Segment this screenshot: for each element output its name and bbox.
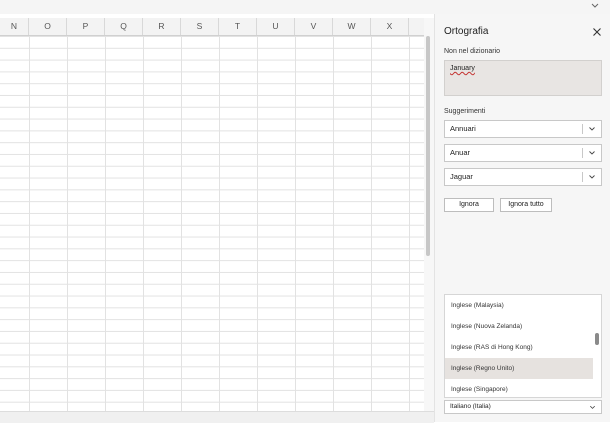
grid-line — [143, 36, 144, 411]
grid-line — [409, 36, 410, 411]
chevron-down-icon[interactable] — [589, 404, 596, 411]
column-header-row: N O P Q R S T U V W X — [0, 18, 424, 36]
suggestion-item[interactable]: Annuari — [444, 120, 602, 138]
ignore-all-button[interactable]: Ignora tutto — [500, 198, 552, 212]
suggestion-item[interactable]: Jaguar — [444, 168, 602, 186]
divider — [582, 148, 583, 158]
column-header[interactable]: U — [257, 18, 295, 35]
suggestion-label: Anuar — [450, 148, 471, 157]
cell-grid[interactable] — [0, 36, 424, 411]
language-option[interactable]: Inglese (Nuova Zelanda) — [445, 316, 593, 337]
grid-line — [67, 36, 68, 411]
column-header[interactable]: P — [67, 18, 105, 35]
language-option-highlighted[interactable]: Inglese (Regno Unito) — [445, 358, 593, 379]
grid-line — [181, 36, 182, 411]
top-strip — [0, 0, 610, 14]
suggestion-label: Annuari — [450, 124, 476, 133]
grid-line — [371, 36, 372, 411]
column-header[interactable]: T — [219, 18, 257, 35]
ignore-button[interactable]: Ignora — [444, 198, 494, 212]
not-in-dictionary-label: Non nel dizionario — [444, 48, 501, 55]
suggestion-label: Jaguar — [450, 172, 473, 181]
spelling-pane: Ortografia Non nel dizionario January Su… — [434, 14, 610, 422]
grid-line — [105, 36, 106, 411]
chevron-down-icon[interactable] — [588, 149, 596, 157]
horizontal-scrollbar[interactable] — [0, 411, 434, 423]
language-dropdown-list[interactable]: Inglese (Malaysia) Inglese (Nuova Zeland… — [444, 294, 602, 398]
grid-line — [219, 36, 220, 411]
language-option[interactable]: Inglese (Malaysia) — [445, 295, 593, 316]
spreadsheet-grid[interactable]: N O P Q R S T U V W X — [0, 18, 424, 411]
language-option[interactable]: Inglese (Singapore) — [445, 379, 593, 397]
column-header[interactable]: V — [295, 18, 333, 35]
vertical-scrollbar[interactable] — [424, 18, 434, 411]
column-header[interactable]: Q — [105, 18, 143, 35]
suggestion-item[interactable]: Anuar — [444, 144, 602, 162]
suggestions-label: Suggerimenti — [444, 108, 486, 115]
language-select[interactable]: Italiano (Italia) — [444, 400, 602, 414]
grid-line — [333, 36, 334, 411]
column-header[interactable]: N — [0, 18, 29, 35]
grid-line — [29, 36, 30, 411]
scrollbar-thumb[interactable] — [426, 36, 430, 256]
pane-title: Ortografia — [444, 26, 489, 37]
divider — [582, 124, 583, 134]
misspelled-word-box[interactable]: January — [444, 60, 602, 96]
chevron-down-icon[interactable] — [588, 173, 596, 181]
language-select-value: Italiano (Italia) — [450, 403, 491, 410]
language-option[interactable]: Inglese (RAS di Hong Kong) — [445, 337, 593, 358]
chevron-down-icon[interactable] — [588, 125, 596, 133]
column-header[interactable]: S — [181, 18, 219, 35]
grid-line — [295, 36, 296, 411]
misspelled-word: January — [450, 65, 475, 72]
grid-line — [257, 36, 258, 411]
column-header[interactable]: X — [371, 18, 409, 35]
column-header[interactable]: W — [333, 18, 371, 35]
close-icon[interactable] — [591, 26, 603, 38]
column-header[interactable]: O — [29, 18, 67, 35]
list-scrollbar-thumb[interactable] — [595, 333, 599, 345]
column-header[interactable]: R — [143, 18, 181, 35]
chevron-down-icon[interactable] — [588, 0, 602, 12]
divider — [582, 172, 583, 182]
